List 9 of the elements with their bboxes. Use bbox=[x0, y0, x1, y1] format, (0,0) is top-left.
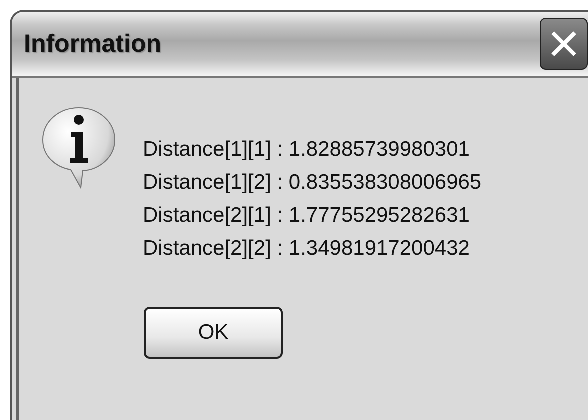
message-line: Distance[2][1] : 1.77755295282631 bbox=[143, 203, 471, 229]
message-line: Distance[1][2] : 0.835538308006965 bbox=[143, 170, 482, 196]
window-title: Information bbox=[24, 30, 162, 58]
message-line: Distance[1][1] : 1.82885739980301 bbox=[143, 137, 471, 163]
close-icon bbox=[549, 29, 579, 59]
message-line: Distance[2][2] : 1.34981917200432 bbox=[143, 236, 471, 262]
info-icon bbox=[41, 106, 117, 190]
close-button[interactable] bbox=[540, 18, 588, 70]
ok-button[interactable]: OK bbox=[144, 307, 283, 359]
